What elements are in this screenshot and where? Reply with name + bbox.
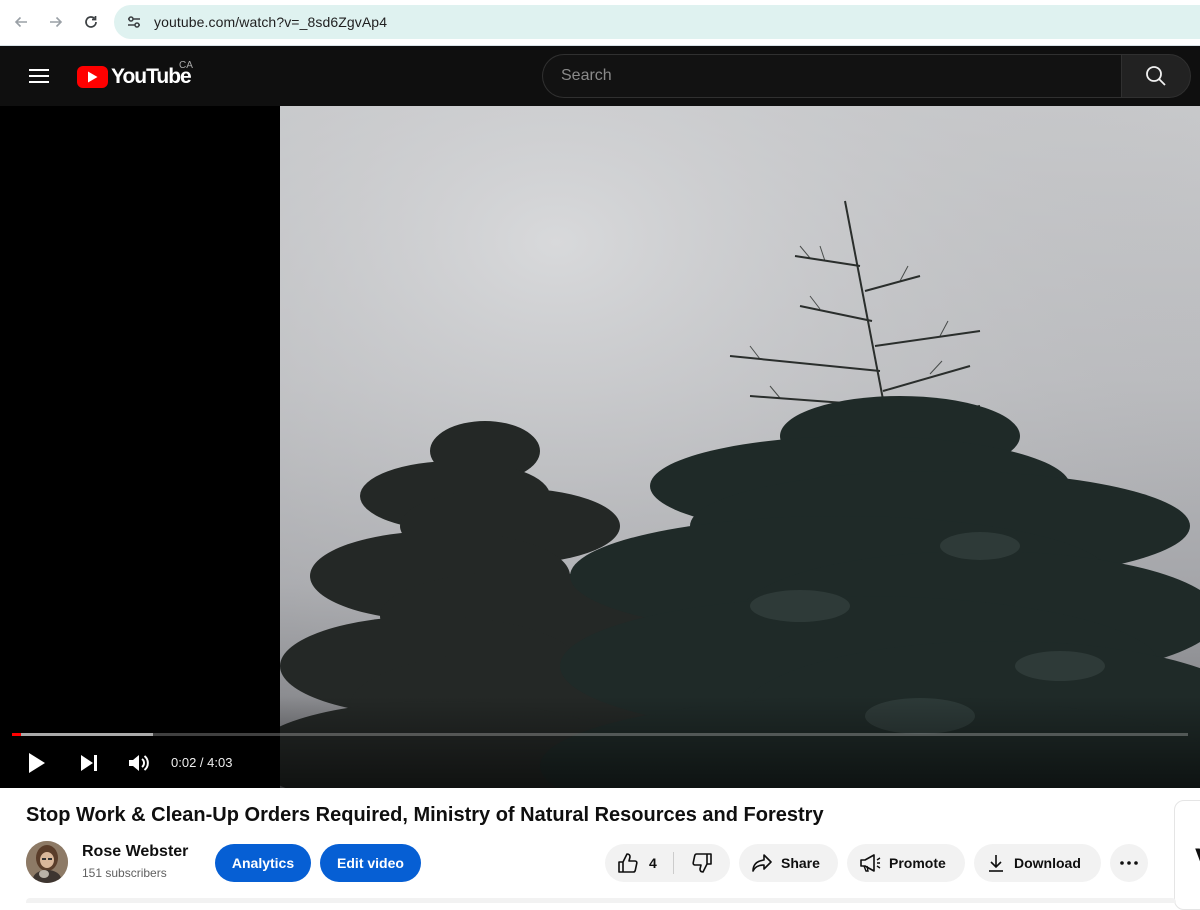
controls-gradient [0,696,1200,788]
promote-button[interactable]: Promote [847,844,965,882]
buffered-progress [12,733,154,736]
youtube-play-logo-icon [77,66,108,88]
edit-video-button[interactable]: Edit video [320,844,421,882]
volume-icon [129,755,149,771]
download-label: Download [1014,855,1081,871]
search-icon [1146,66,1166,86]
search-input[interactable] [543,55,1122,97]
youtube-header: YouTube CA [0,46,1200,106]
like-count: 4 [649,855,657,871]
next-button[interactable] [74,750,104,776]
video-player[interactable]: 0:02 / 4:03 [0,106,1200,788]
video-frame[interactable] [280,106,1200,788]
play-icon [29,753,45,773]
url-text[interactable]: youtube.com/watch?v=_8sd6ZgvAp4 [154,14,387,30]
subscriber-count: 151 subscribers [82,866,167,880]
video-title: Stop Work & Clean-Up Orders Required, Mi… [26,804,824,826]
youtube-logo[interactable]: YouTube [77,65,192,88]
download-icon [989,855,1003,872]
megaphone-icon [860,854,881,872]
play-button[interactable] [22,750,52,776]
thumbs-down-icon [692,853,712,873]
side-card-letter: V [1195,843,1200,877]
dislike-button[interactable] [674,844,730,882]
side-panel-card[interactable]: V [1174,800,1200,910]
promote-label: Promote [889,855,946,871]
video-scene-trees [280,106,1200,788]
channel-avatar[interactable] [26,841,68,883]
progress-bar[interactable] [12,733,1188,736]
channel-name[interactable]: Rose Webster [82,843,188,861]
skip-next-icon [81,755,97,771]
volume-button[interactable] [124,750,154,776]
thumbs-up-icon [618,853,638,873]
browser-toolbar: youtube.com/watch?v=_8sd6ZgvAp4 [0,0,1200,46]
address-bar[interactable]: youtube.com/watch?v=_8sd6ZgvAp4 [114,5,1200,39]
share-label: Share [781,855,820,871]
time-display: 0:02 / 4:03 [171,755,233,770]
analytics-button[interactable]: Analytics [215,844,311,882]
more-actions-button[interactable] [1110,844,1148,882]
description-box-edge [26,898,1176,903]
forward-arrow-icon[interactable] [43,9,69,35]
search-button[interactable] [1121,54,1191,98]
hamburger-menu-icon[interactable] [22,62,56,90]
search-box[interactable] [542,54,1122,98]
share-button[interactable]: Share [739,844,838,882]
share-arrow-icon [752,854,772,872]
back-arrow-icon[interactable] [8,9,34,35]
country-code: CA [179,60,193,71]
download-button[interactable]: Download [974,844,1101,882]
played-progress [12,733,22,736]
like-button[interactable]: 4 [605,844,673,882]
site-settings-icon[interactable] [124,12,144,32]
more-horizontal-icon [1120,861,1138,865]
like-dislike-group: 4 [605,844,730,882]
reload-icon[interactable] [78,9,104,35]
